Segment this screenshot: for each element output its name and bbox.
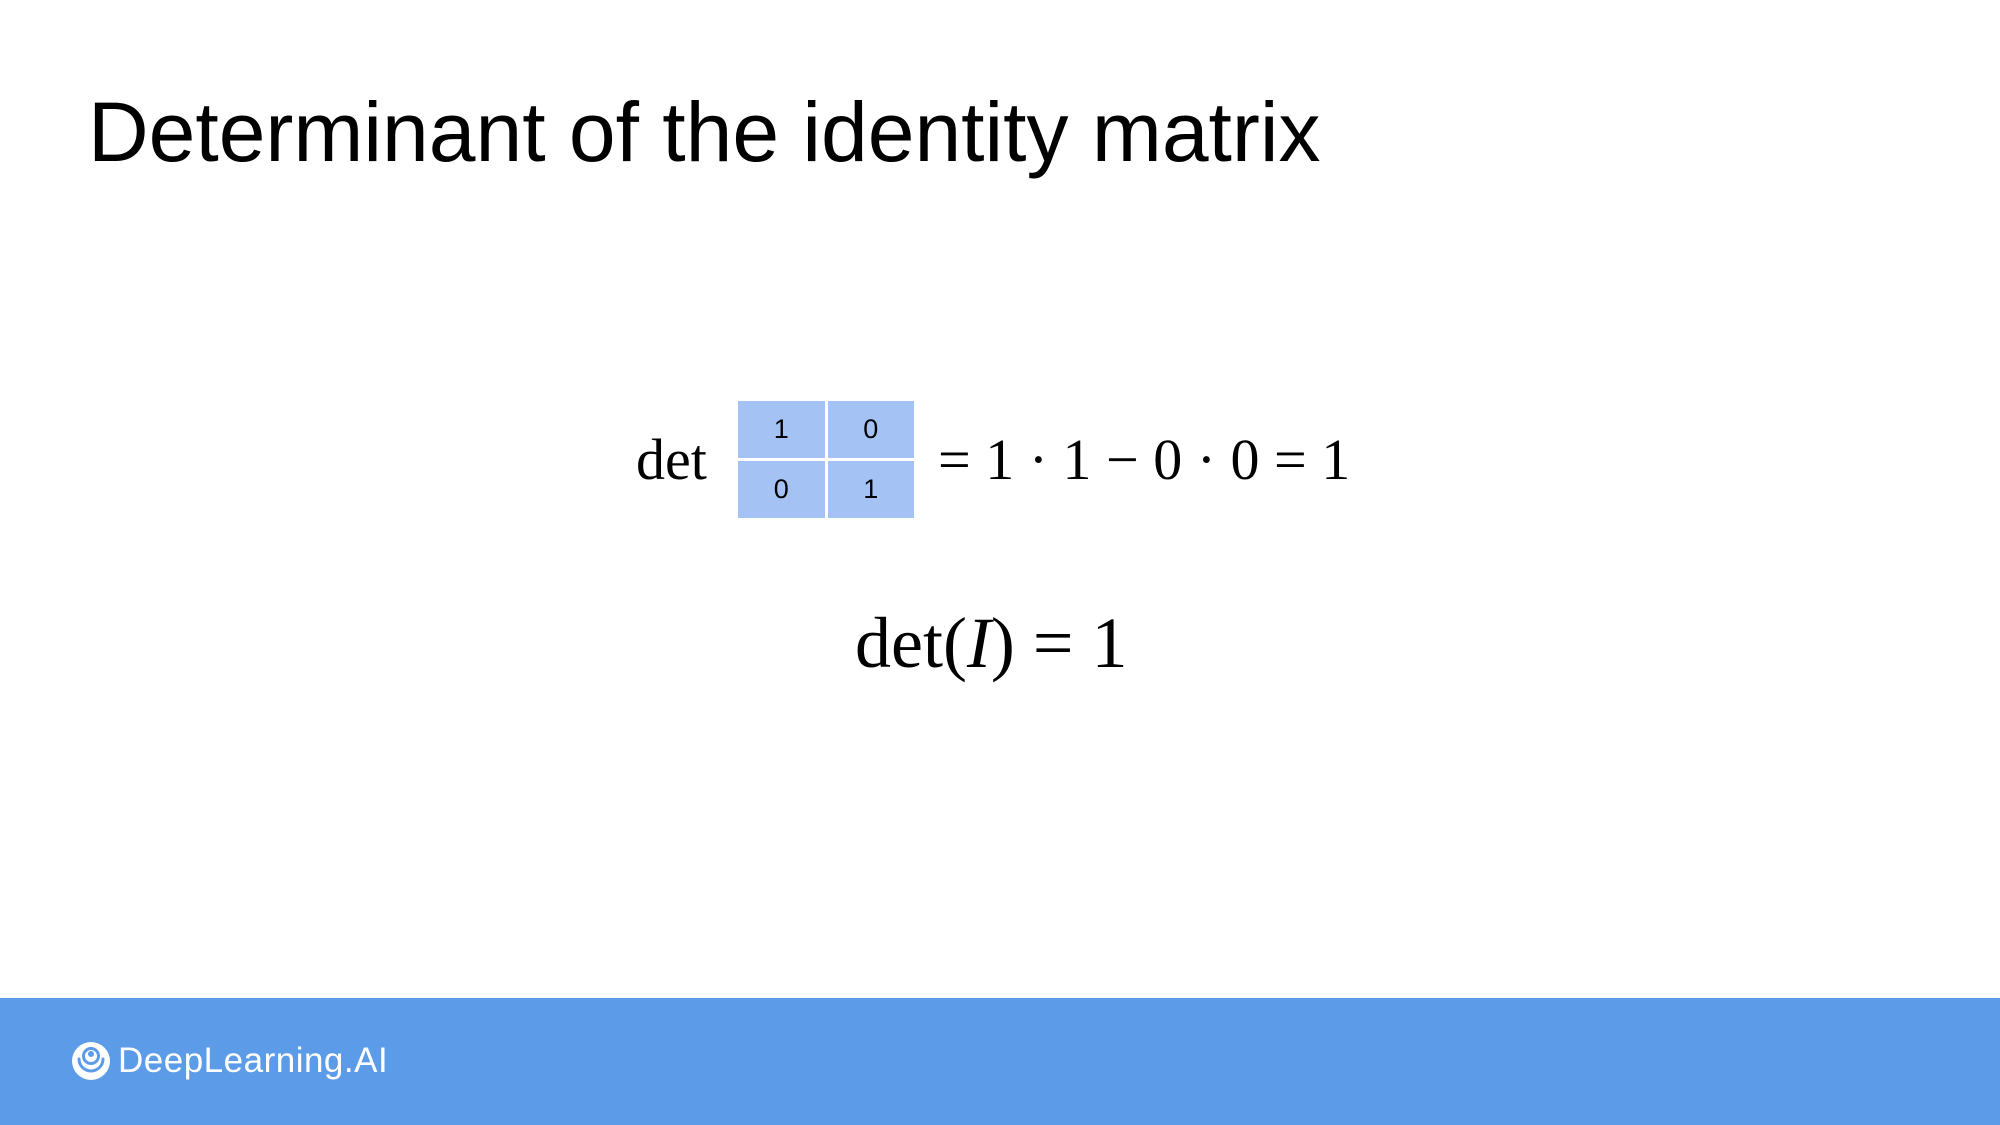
slide-title: Determinant of the identity matrix bbox=[88, 85, 1321, 179]
brand-logo: DeepLearning.AI bbox=[70, 1040, 388, 1082]
footer-bar: DeepLearning.AI bbox=[0, 998, 2000, 1125]
matrix-cell-r2c2: 1 bbox=[827, 461, 914, 518]
deeplearning-ai-logo-icon bbox=[72, 1042, 110, 1080]
brand-name: DeepLearning.AI bbox=[118, 1041, 389, 1080]
identity-det-prefix: det( bbox=[855, 603, 967, 683]
matrix-cell-r1c1: 1 bbox=[738, 401, 825, 458]
matrix-cell-r1c2: 0 bbox=[827, 401, 914, 458]
identity-determinant-result: det(I) = 1 bbox=[855, 600, 1128, 686]
determinant-expansion: = 1 · 1 − 0 · 0 = 1 bbox=[938, 427, 1351, 492]
identity-det-suffix: ) = 1 bbox=[990, 603, 1128, 683]
identity-symbol: I bbox=[966, 603, 991, 683]
matrix-cell-r2c1: 0 bbox=[738, 461, 825, 518]
identity-matrix: 1 0 0 1 bbox=[738, 401, 914, 518]
det-label: det bbox=[636, 427, 707, 492]
